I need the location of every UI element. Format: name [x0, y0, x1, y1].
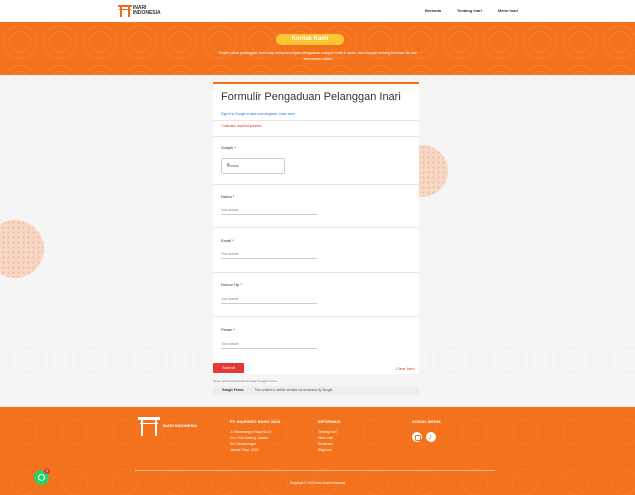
top-navbar: INARI INDONESIA Beranda Tentang Inari Me…: [0, 0, 635, 22]
form-title: Formulir Pengaduan Pelanggan Inari: [221, 91, 401, 103]
email-label: Email *: [221, 238, 234, 243]
tiktok-icon[interactable]: [426, 432, 436, 442]
nav-item-beranda[interactable]: Beranda: [425, 8, 441, 13]
divider: [213, 120, 419, 121]
submit-button[interactable]: Submit: [213, 363, 244, 373]
notification-badge: 1: [44, 468, 50, 474]
footer-divider: [135, 470, 495, 471]
name-input[interactable]: Your answer: [221, 208, 317, 215]
password-warning: Never submit passwords through Google Fo…: [213, 379, 278, 383]
divider: [213, 184, 419, 185]
address-line: Jakarta Timur 13220: [230, 448, 260, 452]
google-forms-logo[interactable]: Google Forms: [222, 388, 244, 392]
nav-item-menu[interactable]: Menu Inari: [498, 8, 518, 13]
social-heading: SOSIAL MEDIA: [412, 419, 441, 424]
torii-icon: [138, 417, 160, 436]
email-input[interactable]: Your answer: [221, 252, 317, 259]
footer-logo: INARI INDONESIA: [138, 417, 198, 436]
torii-icon: [118, 5, 132, 17]
hero-subtitle: Sugeh untuk pelanggan, kami siap melayan…: [219, 51, 417, 61]
instagram-icon[interactable]: [412, 432, 422, 442]
brand-logo[interactable]: INARI INDONESIA: [118, 4, 172, 18]
decorative-circle-left: [0, 220, 44, 278]
message-label: Pesan *: [221, 327, 236, 332]
name-label: Nama *: [221, 194, 235, 199]
hero-banner: [0, 22, 635, 75]
footer-link[interactable]: Blog Inari: [318, 447, 331, 453]
divider: [213, 136, 419, 137]
footer: INARI INDONESIA PT. INARINDO BAHU JAYA J…: [0, 407, 635, 495]
company-heading: PT. INARINDO BAHU JAYA: [230, 419, 281, 424]
phone-input[interactable]: Your answer: [221, 297, 317, 304]
subject-label: Subjek *: [221, 145, 236, 150]
phone-label: Nomor Hp *: [221, 282, 242, 287]
footer-brand-name: INARI INDONESIA: [163, 423, 198, 428]
divider: [213, 316, 419, 317]
divider: [213, 272, 419, 273]
nav-item-tentang[interactable]: Tentang Inari: [457, 8, 482, 13]
page-title: Kontak Kami: [276, 34, 344, 45]
google-disclaimer: This content is neither created nor endo…: [254, 388, 334, 392]
signin-link[interactable]: Sign in to Google to save your progress.…: [221, 112, 295, 116]
message-input[interactable]: Your answer: [221, 342, 317, 349]
social-links: [412, 432, 436, 442]
subject-select[interactable]: Choose ▾: [221, 158, 285, 174]
brand-name: INARI INDONESIA: [132, 5, 161, 16]
chevron-down-icon: ▾: [227, 162, 230, 168]
information-heading: INFORMASI: [318, 419, 341, 424]
google-forms-bar: Google Forms This content is neither cre…: [213, 386, 419, 395]
required-note: * Indicates required question: [221, 124, 262, 128]
clear-form-button[interactable]: Clear form: [396, 366, 415, 371]
hero-pattern: [0, 22, 635, 75]
copyright: Copyright © 2023 Inari Sushi Indonesia: [289, 481, 346, 485]
form-card: Formulir Pengaduan Pelanggan Inari Sign …: [213, 82, 419, 374]
divider: [213, 227, 419, 228]
